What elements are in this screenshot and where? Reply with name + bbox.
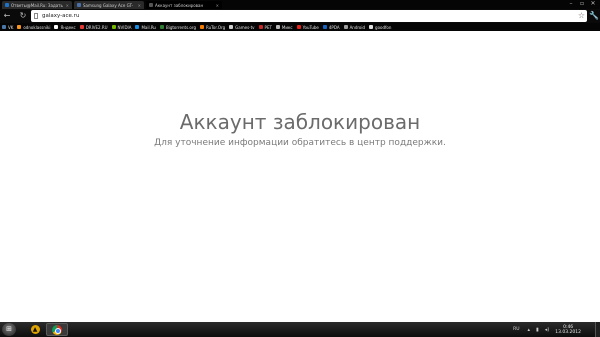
mail-ru-favicon-icon	[5, 3, 9, 7]
show-desktop-button[interactable]	[595, 322, 600, 337]
folder-icon	[343, 25, 348, 29]
odnoklassniki-icon	[17, 25, 22, 29]
bookmark-label: Яндекс	[60, 24, 76, 30]
mail-ru-icon	[135, 25, 140, 29]
bookmark-label: DRIVE2.RU	[85, 24, 108, 30]
bookmark-folder-mix[interactable]: Микс	[275, 23, 293, 31]
bookmark-label: RuTor.Org	[206, 24, 226, 30]
aimp-icon: ▲	[30, 325, 40, 334]
reload-icon[interactable]: ↻	[18, 11, 28, 21]
browser-toolbar: ← ↻ galaxy-ace.ru ☆ 🔧	[0, 9, 600, 23]
wrench-menu-icon[interactable]: 🔧	[589, 11, 599, 21]
bookmark-nvidia[interactable]: NVIDIA	[111, 23, 132, 31]
bookmark-youtube[interactable]: YouTube	[296, 23, 319, 31]
volume-icon[interactable]: ◂)	[545, 327, 549, 333]
4pda-icon	[322, 25, 327, 29]
clock-date: 13.03.2012	[555, 329, 581, 335]
close-window-icon[interactable]: ✕	[588, 0, 598, 7]
taskbar: ⊞ ▲ RU ▴ ▮ ◂) 0:46 13.03.2012	[0, 322, 600, 337]
close-tab-icon[interactable]: ✕	[216, 3, 219, 8]
yandex-icon	[54, 25, 59, 29]
bookmark-label: Games-tv	[235, 24, 255, 30]
minimize-window-icon[interactable]: –	[566, 0, 576, 7]
bookmark-label: VK	[8, 24, 14, 30]
vk-icon	[2, 25, 6, 29]
taskbar-aimp[interactable]: ▲	[24, 323, 46, 336]
drive2-icon	[79, 25, 84, 29]
page-favicon-icon	[149, 3, 153, 7]
page-content: Аккаунт заблокирован Для уточнение инфор…	[0, 31, 600, 322]
tab-samsung-galaxy[interactable]: Samsung Galaxy Ace GT- ✕	[74, 1, 144, 9]
system-tray: RU ▴ ▮ ◂) 0:46 13.03.2012	[513, 322, 600, 337]
bookmark-drive2[interactable]: DRIVE2.RU	[79, 23, 108, 31]
bookmark-odnoklassniki[interactable]: odnoklassniki	[17, 23, 50, 31]
network-icon[interactable]: ▮	[536, 327, 539, 333]
rutor-icon	[200, 25, 204, 29]
bookmark-rutor[interactable]: RuTor.Org	[200, 23, 225, 31]
bookmark-label: YouTube	[302, 24, 319, 30]
bookmark-label: Микс	[281, 24, 293, 30]
bookmark-label: Mail.Ru	[141, 24, 156, 30]
close-tab-icon[interactable]: ✕	[66, 3, 69, 8]
tab-strip: Ответы@Mail.Ru: Задать в ✕ Samsung Galax…	[0, 0, 600, 9]
bookmark-pet[interactable]: PET	[258, 23, 272, 31]
pet-icon	[258, 25, 263, 29]
support-message: Для уточнение информации обратитесь в це…	[154, 138, 446, 148]
bookmark-games-tv[interactable]: Games-tv	[229, 23, 255, 31]
bookmarks-bar: VK odnoklassniki Яндекс DRIVE2.RU NVIDIA…	[0, 23, 600, 31]
chrome-icon	[52, 324, 62, 335]
tab-title: Аккаунт заблокирован	[155, 2, 204, 8]
bookmark-label: goodfon	[375, 24, 392, 30]
tab-account-blocked[interactable]: Аккаунт заблокирован ✕	[146, 1, 222, 9]
maximize-window-icon[interactable]: ▫	[577, 0, 587, 7]
close-tab-icon[interactable]: ✕	[138, 3, 141, 8]
bookmark-label: Android	[349, 24, 366, 30]
taskbar-chrome[interactable]	[46, 323, 68, 336]
page-icon	[34, 13, 38, 19]
bookmark-star-icon[interactable]: ☆	[578, 11, 585, 21]
youtube-icon	[296, 25, 301, 29]
goodfon-icon	[369, 25, 374, 29]
address-bar[interactable]: galaxy-ace.ru ☆	[31, 10, 587, 22]
games-tv-icon	[229, 25, 234, 29]
bookmark-mail-ru[interactable]: Mail.Ru	[135, 23, 156, 31]
bookmark-vk[interactable]: VK	[2, 23, 13, 31]
tab-title: Ответы@Mail.Ru: Задать в	[11, 2, 64, 8]
bookmark-label: odnoklassniki	[23, 24, 51, 30]
nvidia-icon	[111, 25, 116, 29]
vk-favicon-icon	[77, 3, 81, 7]
language-indicator[interactable]: RU	[513, 327, 519, 333]
folder-icon	[275, 25, 280, 29]
bookmark-bigtorrents[interactable]: Bigtorrents.org	[159, 23, 196, 31]
clock[interactable]: 0:46 13.03.2012	[555, 325, 581, 335]
bookmark-folder-android[interactable]: Android	[343, 23, 366, 31]
bookmark-4pda[interactable]: 4PDA	[322, 23, 340, 31]
bookmark-label: NVIDIA	[117, 24, 132, 30]
bookmark-yandex[interactable]: Яндекс	[54, 23, 76, 31]
tab-mail-answers[interactable]: Ответы@Mail.Ru: Задать в ✕	[2, 1, 72, 9]
show-hidden-icons-icon[interactable]: ▴	[527, 327, 530, 333]
bookmark-label: 4PDA	[328, 24, 340, 30]
address-url: galaxy-ace.ru	[42, 13, 80, 19]
tab-title: Samsung Galaxy Ace GT-	[83, 2, 134, 8]
bookmark-label: PET	[264, 24, 272, 30]
bookmark-goodfon[interactable]: goodfon	[369, 23, 391, 31]
page-title: Аккаунт заблокирован	[179, 110, 421, 134]
bookmark-label: Bigtorrents.org	[165, 24, 196, 30]
bigtorrents-icon	[159, 25, 164, 29]
back-arrow-icon[interactable]: ←	[2, 11, 12, 21]
start-button[interactable]: ⊞	[2, 323, 16, 336]
windows-logo-icon: ⊞	[6, 325, 12, 333]
